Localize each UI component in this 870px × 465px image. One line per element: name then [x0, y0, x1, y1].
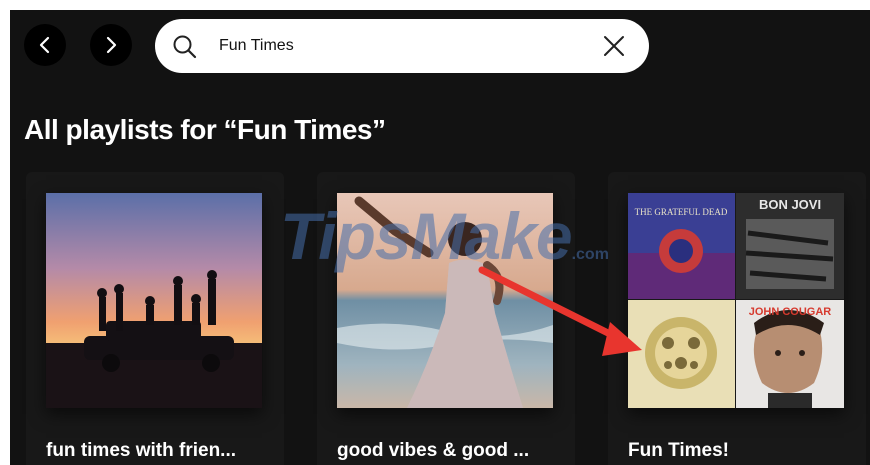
album-label: JOHN COUGAR	[749, 306, 832, 318]
search-input[interactable]	[219, 33, 579, 59]
playlist-card[interactable]: THE GRATEFUL DEAD BON JOVI JOHN COUGAR F…	[608, 172, 866, 465]
playlist-card[interactable]: fun times with frien...	[26, 172, 284, 465]
playlist-title: fun times with frien...	[46, 440, 237, 461]
album-label: THE GRATEFUL DEAD	[635, 207, 728, 217]
section-title: All playlists for “Fun Times”	[24, 114, 386, 145]
playlist-title: Fun Times!	[628, 440, 729, 461]
search-icon	[173, 35, 197, 59]
playlist-cover-image	[337, 193, 553, 408]
forward-button[interactable]	[90, 24, 132, 66]
watermark-suffix: .com	[571, 246, 609, 263]
chevron-left-icon	[39, 36, 50, 54]
playlist-cover-image: THE GRATEFUL DEAD BON JOVI JOHN COUGAR	[628, 193, 844, 408]
back-button[interactable]	[24, 24, 66, 66]
close-icon[interactable]	[601, 33, 627, 59]
playlist-card[interactable]: good vibes & good ...	[317, 172, 575, 465]
album-label: BON JOVI	[759, 197, 821, 212]
chevron-right-icon	[106, 36, 117, 54]
spotify-window: All playlists for “Fun Times”	[10, 10, 870, 465]
playlist-title: good vibes & good ...	[337, 440, 530, 461]
playlist-cover-image	[46, 193, 262, 408]
search-bar	[155, 19, 649, 73]
